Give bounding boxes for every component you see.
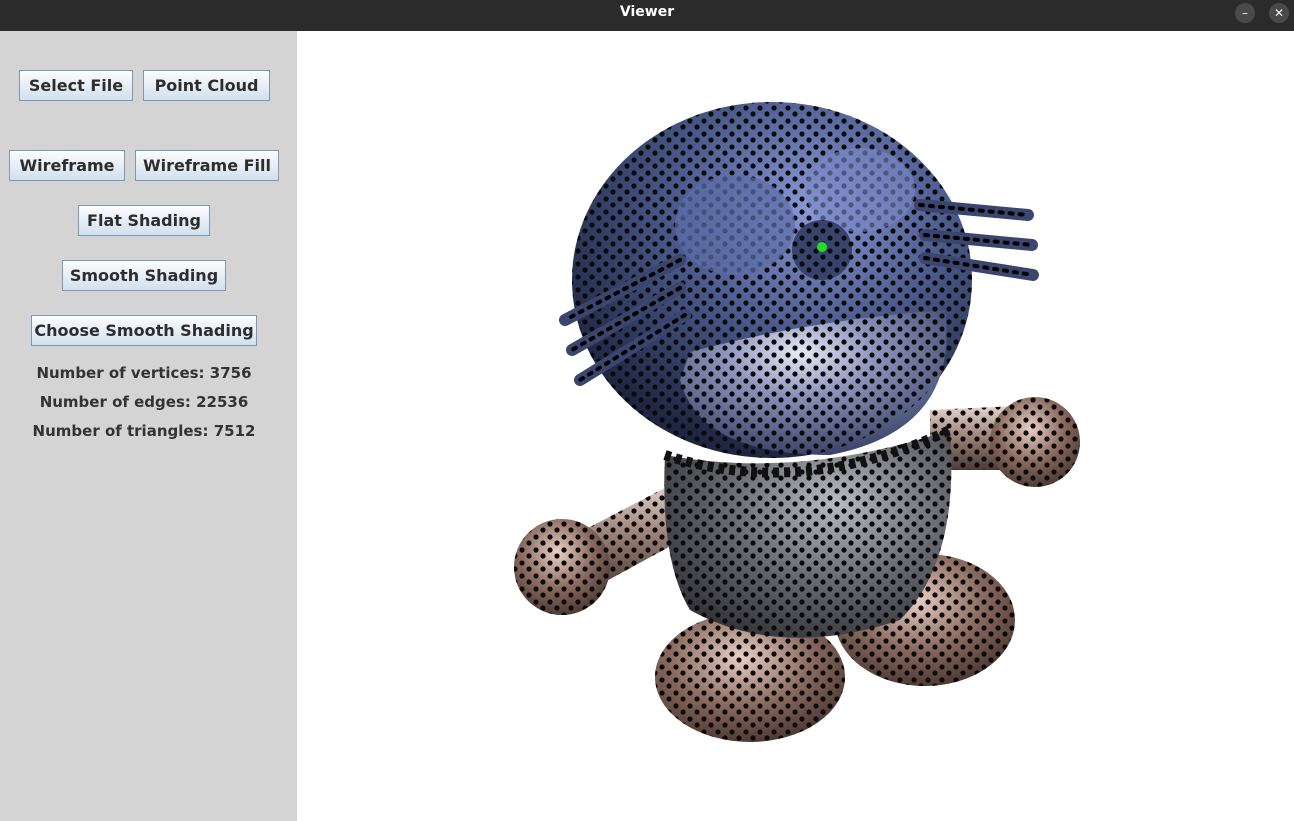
vertex-count: Number of vertices: 3756 [36, 364, 252, 382]
title-bar: Viewer – ✕ [0, 0, 1294, 31]
choose-smooth-shading-button[interactable]: Choose Smooth Shading [31, 315, 257, 346]
3d-viewport[interactable] [297, 31, 1294, 821]
minimize-icon[interactable]: – [1235, 3, 1255, 23]
wireframe-fill-button[interactable]: Wireframe Fill [135, 150, 279, 181]
flat-shading-button[interactable]: Flat Shading [78, 205, 210, 236]
right-arm [930, 397, 1080, 487]
window-title: Viewer [619, 4, 675, 20]
body [663, 425, 953, 638]
wireframe-button[interactable]: Wireframe [9, 150, 125, 181]
smooth-shading-button[interactable]: Smooth Shading [62, 260, 226, 291]
edge-count: Number of edges: 22536 [39, 393, 249, 411]
control-panel: Select File Point Cloud Wireframe Wirefr… [0, 31, 297, 821]
close-icon[interactable]: ✕ [1269, 3, 1289, 23]
selected-vertex-marker[interactable] [817, 242, 827, 252]
point-cloud-button[interactable]: Point Cloud [143, 70, 270, 101]
model-render [514, 102, 1080, 742]
select-file-button[interactable]: Select File [19, 70, 133, 101]
triangle-count: Number of triangles: 7512 [32, 422, 256, 440]
